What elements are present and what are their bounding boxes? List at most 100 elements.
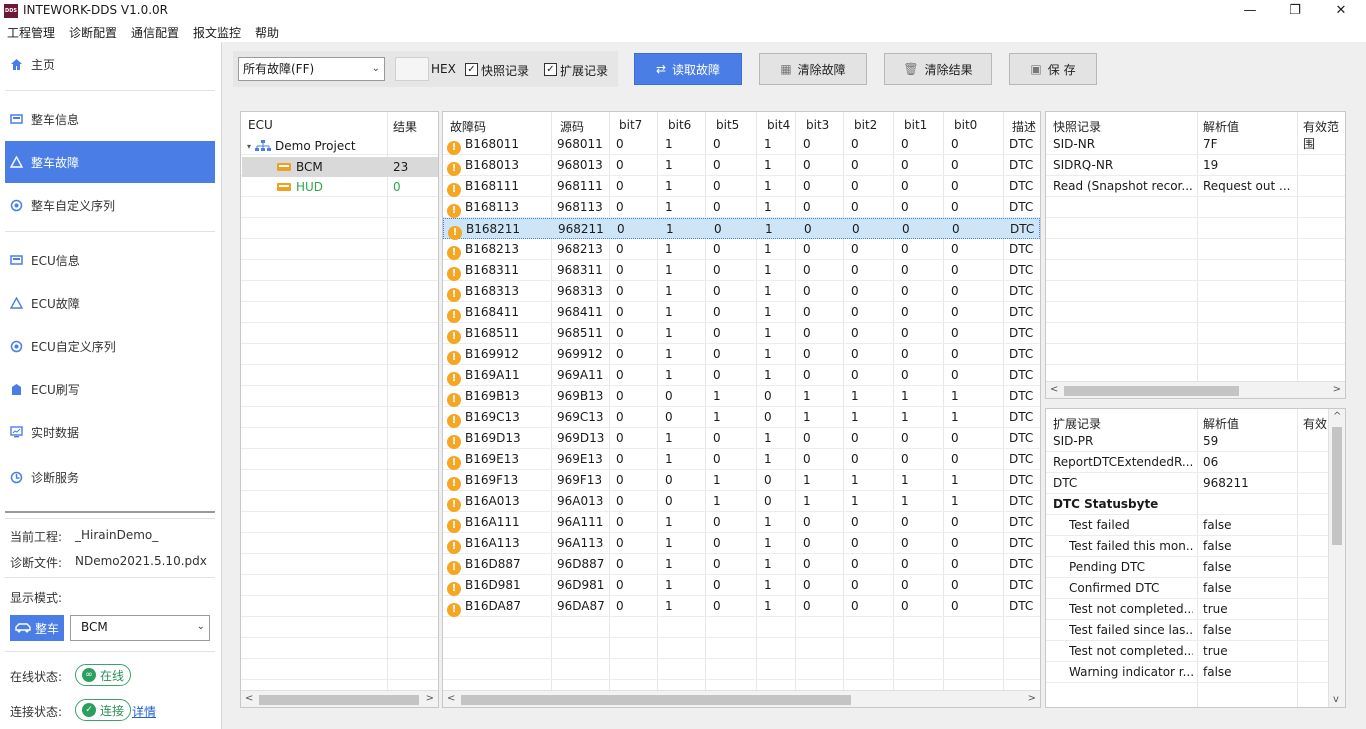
col-header[interactable]: bit3 (806, 118, 829, 132)
col-header[interactable]: bit1 (904, 118, 927, 132)
scroll-thumb[interactable] (1064, 386, 1239, 396)
chevron-right-icon[interactable]: > (1028, 693, 1036, 704)
dtc-hscrollbar[interactable]: < > (443, 690, 1040, 707)
table-row[interactable]: ! B168113 968113 0 1 0 1 0 0 0 0 DTC (443, 197, 1040, 218)
col-header[interactable]: bit5 (716, 118, 739, 132)
chevron-left-icon[interactable]: < (447, 693, 455, 704)
table-row[interactable]: ! B168211 968211 0 1 0 1 0 0 0 0 DTC (443, 218, 1040, 240)
table-row[interactable]: ! B169F13 969F13 0 0 1 0 1 1 1 1 DTC (443, 470, 1040, 491)
sidebar-item-ecu-flash[interactable]: ECU刷写 (5, 368, 215, 410)
table-row[interactable]: ! B168313 968313 0 1 0 1 0 0 0 0 DTC (443, 281, 1040, 302)
col-header[interactable]: bit0 (954, 118, 977, 132)
table-row[interactable]: ! B169912 969912 0 1 0 1 0 0 0 0 DTC (443, 344, 1040, 365)
clear-result-button[interactable]: 🗑 清除结果 (884, 53, 992, 85)
tree-root[interactable]: ▾ Demo Project (247, 139, 356, 153)
menu-diag-config[interactable]: 诊断配置 (69, 24, 117, 41)
table-row[interactable]: DTC Statusbyte (1046, 494, 1328, 515)
sidebar-item-vehicle-info[interactable]: 整车信息 (5, 98, 215, 140)
col-header[interactable]: 扩展记录 (1053, 415, 1101, 432)
table-row[interactable]: ! B16D981 96D981 0 1 0 1 0 0 0 0 DTC (443, 575, 1040, 596)
maximize-icon[interactable]: ❐ (1272, 1, 1318, 21)
table-row[interactable]: Test not completed... true (1046, 599, 1328, 620)
table-row[interactable]: SID-PR 59 (1046, 431, 1328, 452)
scroll-thumb[interactable] (1332, 427, 1342, 545)
table-row[interactable]: Test not completed... true (1046, 641, 1328, 662)
ecu-select[interactable]: BCM ⌄ (70, 615, 210, 641)
close-icon[interactable]: ✕ (1318, 1, 1364, 21)
scroll-thumb[interactable] (259, 695, 419, 705)
table-row[interactable]: Pending DTC false (1046, 557, 1328, 578)
tree-node-hud[interactable]: HUD (277, 180, 323, 194)
extended-checkbox[interactable]: ✓ (544, 63, 557, 76)
col-header[interactable]: bit7 (619, 118, 642, 132)
scroll-thumb[interactable] (461, 695, 851, 705)
sidebar-item-diag-service[interactable]: 诊断服务 (5, 456, 215, 498)
table-row[interactable]: ! B168111 968111 0 1 0 1 0 0 0 0 DTC (443, 176, 1040, 197)
chevron-left-icon[interactable]: < (1050, 384, 1058, 395)
table-row[interactable]: ! B16D887 96D887 0 1 0 1 0 0 0 0 DTC (443, 554, 1040, 575)
table-row[interactable]: Test failed since las... false (1046, 620, 1328, 641)
chevron-down-icon[interactable]: v (1333, 694, 1339, 705)
table-row[interactable]: ReportDTCExtendedR... 06 (1046, 452, 1328, 473)
sidebar-item-ecu-fault[interactable]: ECU故障 (5, 282, 215, 324)
col-header[interactable]: 描述 (1012, 118, 1036, 135)
menu-msg-monitor[interactable]: 报文监控 (193, 24, 241, 41)
sidebar-item-ecu-info[interactable]: ECU信息 (5, 239, 215, 281)
table-row[interactable]: ! B16A013 96A013 0 0 1 0 1 1 1 1 DTC (443, 491, 1040, 512)
col-header[interactable]: 快照记录 (1053, 118, 1101, 135)
col-header[interactable]: bit4 (767, 118, 790, 132)
chevron-right-icon[interactable]: > (426, 693, 434, 704)
table-row[interactable]: DTC 968211 (1046, 473, 1328, 494)
clear-dtc-button[interactable]: ▦ 清除故障 (759, 53, 867, 85)
table-row[interactable]: ! B169D13 969D13 0 1 0 1 0 0 0 0 DTC (443, 428, 1040, 449)
sidebar-item-vehicle-sequence[interactable]: 整车自定义序列 (5, 184, 215, 226)
table-row[interactable]: ! B168311 968311 0 1 0 1 0 0 0 0 DTC (443, 260, 1040, 281)
table-row[interactable]: ! B168013 968013 0 1 0 1 0 0 0 0 DTC (443, 155, 1040, 176)
table-row[interactable]: ! B168511 968511 0 1 0 1 0 0 0 0 DTC (443, 323, 1040, 344)
table-row[interactable]: ! B168213 968213 0 1 0 1 0 0 0 0 DTC (443, 239, 1040, 260)
tree-node-bcm[interactable] (242, 157, 438, 177)
table-row[interactable]: Test failed this mon... false (1046, 536, 1328, 557)
sidebar-item-ecu-sequence[interactable]: ECU自定义序列 (5, 325, 215, 367)
col-header[interactable]: 源码 (560, 118, 584, 135)
table-row[interactable]: ! B169C13 969C13 0 0 1 0 1 1 1 1 DTC (443, 407, 1040, 428)
save-button[interactable]: ▣ 保 存 (1009, 53, 1097, 85)
minimize-icon[interactable]: — (1227, 1, 1273, 21)
table-row[interactable]: ! B168411 968411 0 1 0 1 0 0 0 0 DTC (443, 302, 1040, 323)
col-header[interactable]: bit2 (854, 118, 877, 132)
ecu-hscrollbar[interactable]: < > (241, 690, 438, 707)
table-row[interactable]: ! B16A113 96A113 0 1 0 1 0 0 0 0 DTC (443, 533, 1040, 554)
menu-help[interactable]: 帮助 (255, 24, 279, 41)
snapshot-checkbox[interactable]: ✓ (465, 63, 478, 76)
table-row[interactable]: ! B16DA87 96DA87 0 1 0 1 0 0 0 0 DTC (443, 596, 1040, 617)
snapshot-hscrollbar[interactable]: < > (1046, 381, 1345, 398)
table-row[interactable]: ! B169B13 969B13 0 0 1 0 1 1 1 1 DTC (443, 386, 1040, 407)
extended-vscrollbar[interactable]: ^ v (1328, 409, 1345, 707)
sidebar-item-home[interactable]: 主页 (5, 43, 215, 85)
table-row[interactable]: SID-NR 7F (1046, 134, 1345, 155)
table-row[interactable]: Warning indicator r... false (1046, 662, 1328, 683)
sidebar-item-realtime-data[interactable]: 实时数据 (5, 411, 215, 453)
table-row[interactable]: ! B168011 968011 0 1 0 1 0 0 0 0 DTC (443, 134, 1040, 155)
table-row[interactable]: ! B169A11 969A11 0 1 0 1 0 0 0 0 DTC (443, 365, 1040, 386)
table-row[interactable]: ! B169E13 969E13 0 1 0 1 0 0 0 0 DTC (443, 449, 1040, 470)
col-header[interactable]: bit6 (668, 118, 691, 132)
chevron-right-icon[interactable]: > (1333, 384, 1341, 395)
col-header[interactable]: 解析值 (1203, 118, 1239, 135)
hex-input[interactable] (395, 57, 429, 81)
sidebar-item-vehicle-fault[interactable]: 整车故障 (5, 141, 215, 183)
connection-detail-link[interactable]: 详情 (132, 703, 156, 720)
col-header[interactable]: 有效 (1303, 415, 1327, 432)
table-row[interactable]: Confirmed DTC false (1046, 578, 1328, 599)
table-row[interactable]: SIDRQ-NR 19 (1046, 155, 1345, 176)
table-row[interactable]: ! B16A111 96A111 0 1 0 1 0 0 0 0 DTC (443, 512, 1040, 533)
menu-comm-config[interactable]: 通信配置 (131, 24, 179, 41)
col-header[interactable]: 解析值 (1203, 415, 1239, 432)
chevron-up-icon[interactable]: ^ (1333, 411, 1341, 422)
vehicle-mode-button[interactable]: 整车 (10, 615, 64, 641)
read-dtc-button[interactable]: ⇄ 读取故障 (634, 53, 742, 85)
table-row[interactable]: Test failed false (1046, 515, 1328, 536)
chevron-left-icon[interactable]: < (245, 693, 253, 704)
table-row[interactable]: Read (Snapshot recor... Request out ... (1046, 176, 1345, 197)
menu-project[interactable]: 工程管理 (7, 24, 55, 41)
